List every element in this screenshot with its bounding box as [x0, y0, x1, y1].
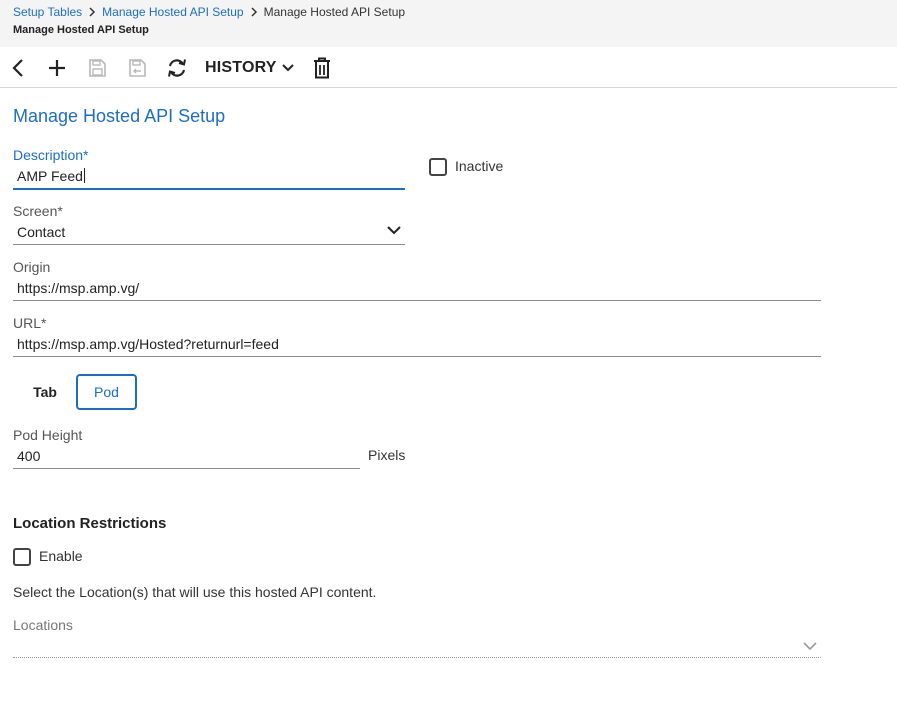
toolbar: HISTORY — [0, 48, 897, 88]
url-label: URL* — [13, 315, 47, 331]
back-icon — [12, 59, 23, 77]
screen-value: Contact — [17, 224, 66, 240]
enable-label: Enable — [39, 548, 83, 564]
add-icon — [49, 60, 65, 76]
save-and-close-icon — [129, 59, 146, 77]
page-subtitle: Manage Hosted API Setup — [13, 24, 149, 36]
description-field[interactable]: AMP Feed — [13, 165, 405, 190]
locations-help-text: Select the Location(s) that will use thi… — [13, 584, 377, 600]
save-and-close-button[interactable] — [126, 56, 148, 80]
inactive-checkbox[interactable] — [429, 158, 447, 176]
save-icon — [89, 59, 106, 77]
chevron-down-icon — [803, 642, 817, 651]
breadcrumb: Setup Tables Manage Hosted API Setup Man… — [13, 5, 405, 19]
origin-label: Origin — [13, 259, 51, 275]
origin-value: https://msp.amp.vg/ — [17, 280, 140, 296]
page-header: Setup Tables Manage Hosted API Setup Man… — [0, 0, 897, 47]
delete-icon — [314, 57, 330, 79]
breadcrumb-setup-tables[interactable]: Setup Tables — [13, 5, 82, 19]
pod-height-label: Pod Height — [13, 427, 83, 443]
history-label: HISTORY — [205, 59, 277, 76]
refresh-icon — [168, 59, 186, 77]
pod-height-unit: Pixels — [368, 447, 406, 463]
location-restrictions-heading: Location Restrictions — [13, 515, 167, 532]
screen-label: Screen* — [13, 203, 63, 219]
add-button[interactable] — [46, 56, 68, 80]
page-title: Manage Hosted API Setup — [13, 106, 226, 126]
save-button[interactable] — [86, 56, 108, 80]
tab-pod[interactable]: Pod — [76, 374, 137, 410]
pod-height-field[interactable]: 400 — [13, 445, 360, 469]
description-label: Description* — [13, 147, 89, 163]
origin-field[interactable]: https://msp.amp.vg/ — [13, 277, 821, 301]
locations-label: Locations — [13, 617, 73, 633]
pod-height-value: 400 — [17, 448, 41, 464]
locations-select[interactable] — [13, 636, 821, 658]
refresh-button[interactable] — [165, 56, 189, 80]
text-cursor — [83, 168, 85, 183]
breadcrumb-manage-hosted-api[interactable]: Manage Hosted API Setup — [102, 5, 243, 19]
screen-select[interactable]: Contact — [13, 221, 405, 245]
description-value: AMP Feed — [17, 168, 83, 184]
breadcrumb-current: Manage Hosted API Setup — [263, 5, 406, 19]
breadcrumb-separator-icon — [251, 7, 257, 17]
inactive-label: Inactive — [455, 158, 504, 174]
breadcrumb-separator-icon — [89, 7, 96, 17]
history-dropdown[interactable]: HISTORY — [205, 56, 294, 80]
url-field[interactable]: https://msp.amp.vg/Hosted?returnurl=feed — [13, 333, 821, 357]
tab-tab[interactable]: Tab — [18, 374, 72, 410]
delete-button[interactable] — [311, 56, 333, 80]
chevron-down-icon — [281, 64, 294, 72]
enable-checkbox[interactable] — [13, 548, 31, 566]
url-value: https://msp.amp.vg/Hosted?returnurl=feed — [17, 336, 279, 352]
back-button[interactable] — [8, 56, 28, 80]
chevron-down-icon — [387, 226, 401, 235]
